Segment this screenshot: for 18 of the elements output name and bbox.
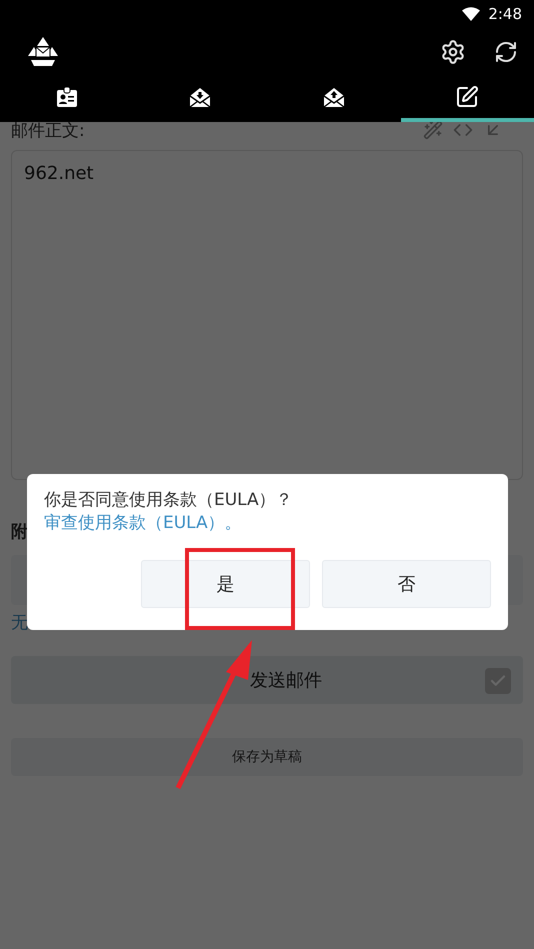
attachments-label: 附 — [11, 521, 28, 543]
attachments-note: 无 — [11, 612, 28, 634]
mail-recycle-logo-icon — [26, 36, 60, 68]
status-time: 2:48 — [488, 5, 522, 23]
checkbox[interactable] — [485, 668, 511, 694]
send-button[interactable]: 发送邮件 — [11, 656, 523, 704]
body-label: 邮件正文: — [11, 120, 85, 142]
id-card-icon — [54, 84, 79, 108]
edit-icon — [455, 84, 480, 108]
save-draft-button[interactable]: 保存为草稿 — [11, 738, 523, 776]
eula-link[interactable]: 审查使用条款（EULA）。 — [44, 511, 242, 534]
dialog-button[interactable]: 否 — [322, 560, 491, 608]
dialog-message: 你是否同意使用条款（EULA）？ — [44, 489, 294, 511]
wand-icon[interactable] — [423, 120, 443, 140]
refresh-icon[interactable] — [494, 40, 518, 64]
wifi-icon — [462, 7, 480, 21]
settings-icon[interactable] — [440, 38, 466, 64]
dialog-button[interactable]: 是 — [141, 560, 310, 608]
